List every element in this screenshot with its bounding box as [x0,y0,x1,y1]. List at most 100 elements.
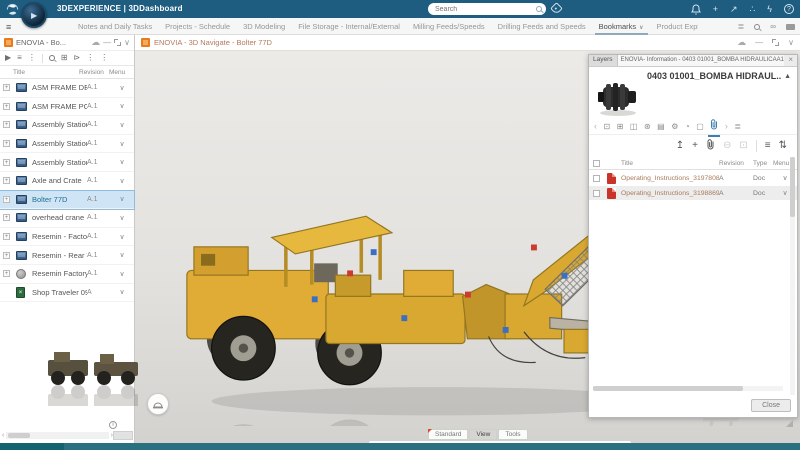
close-icon[interactable]: × [784,55,797,66]
strip-forward-icon[interactable]: › [725,122,728,131]
history-icon[interactable]: ◔ [685,123,690,131]
table-row[interactable]: + ASM FRAME POST... A.1 ∨ [0,98,134,117]
table-row[interactable]: Operating_Instructions_31988695 A Doc ∨ [589,186,797,200]
table-row[interactable]: + Assembly Station ... A.1 ∨ [0,116,134,135]
assistant-icon[interactable]: ϟ [767,5,772,14]
tab-view[interactable]: View [469,429,497,440]
stamp-icon[interactable]: ⊞ [61,54,68,62]
panel-resize-handle[interactable] [786,420,793,427]
select-icon[interactable]: ⊳ [74,54,81,62]
playlist-icon[interactable]: ≣ [738,22,745,31]
add-content-icon[interactable]: + [713,5,718,14]
tag-icon[interactable] [550,2,563,15]
row-menu-icon[interactable]: ∨ [113,177,131,185]
scrollbar-thumb[interactable] [8,433,30,438]
help-icon[interactable]: ? [784,4,794,14]
more-icon[interactable]: ⋮ [86,54,94,62]
row-menu-icon[interactable]: ∨ [113,102,131,110]
tab-milling-feeds[interactable]: Milling Feeds/Speeds [413,18,485,35]
ambience-button[interactable] [147,393,169,415]
tree-search-icon[interactable] [49,55,55,61]
communities-icon[interactable]: ∴ [750,5,756,14]
more-icon[interactable]: ⋮ [100,54,108,62]
table-row[interactable]: + Resemin - Rear W... A.1 ∨ [0,246,134,265]
expand-icon[interactable]: + [3,233,10,240]
tab-drilling-feeds[interactable]: Drilling Feeds and Speeds [498,18,586,35]
scroll-left-icon[interactable]: ‹ [2,432,4,439]
reserve-icon[interactable]: ⊞ [617,123,624,131]
table-row[interactable]: + Assembly Station ... A.1 ∨ [0,135,134,154]
row-menu-icon[interactable]: ∨ [113,270,131,278]
table-row[interactable]: + Assembly Station ... A.1 ∨ [0,153,134,172]
collapse-icon[interactable]: ▲ [781,73,791,80]
table-row[interactable]: + Resemin Factory A.1 ∨ [0,265,134,284]
row-menu-icon[interactable]: ∨ [113,121,131,129]
maximize-icon[interactable] [772,39,779,46]
row-checkbox[interactable] [593,175,600,182]
tab-standard[interactable]: Standard [428,429,468,440]
search-input[interactable] [435,6,536,13]
vertical-scrollbar[interactable] [790,157,795,395]
scrollbar-track[interactable] [6,432,108,439]
tab-product-explorer[interactable]: Product Explorer [657,18,698,35]
select-all-checkbox[interactable] [593,160,600,167]
minimize-icon[interactable]: — [103,39,111,47]
table-row-selected[interactable]: + Bolter 77D A.1 ∨ [0,191,134,210]
reader-icon[interactable]: ∞ [770,22,776,31]
info-icon[interactable]: i [109,421,117,429]
chat-icon[interactable] [786,24,795,30]
window-menu-icon[interactable]: ∨ [788,39,794,47]
add-icon[interactable]: + [692,141,698,151]
table-row[interactable]: + Resemin - Factory A.1 ∨ [0,228,134,247]
expand-icon[interactable]: + [3,214,10,221]
sort-icon[interactable]: ⇅ [779,141,787,151]
expand-icon[interactable]: + [3,121,10,128]
expand-icon[interactable]: + [3,196,10,203]
expand-icon[interactable]: + [3,84,10,91]
window-menu-icon[interactable]: ∨ [124,39,130,47]
tab-tools[interactable]: Tools [498,429,527,440]
row-checkbox[interactable] [593,190,600,197]
user-avatar[interactable]: ▶ [21,2,47,28]
report-icon[interactable]: ▤ [657,123,665,131]
share-icon[interactable]: ↗ [730,5,738,14]
horizontal-scrollbar[interactable] [593,386,783,391]
global-search[interactable] [428,3,546,15]
table-row[interactable]: × Shop Traveler 092... A ∨ [0,284,134,303]
table-row[interactable]: + ASM FRAME DELA... A.1 ∨ [0,79,134,98]
document-icon[interactable]: ▢ [696,123,704,131]
row-menu-icon[interactable]: ∨ [113,195,131,203]
tab-notes-and-daily-tasks[interactable]: Notes and Daily Tasks [78,18,152,35]
part-thumbnail[interactable] [595,75,641,119]
row-menu-icon[interactable]: ∨ [113,84,131,92]
expand-icon[interactable]: + [3,159,10,166]
expand-icon[interactable]: + [3,140,10,147]
strip-back-icon[interactable]: ‹ [594,122,597,131]
attachments-paperclip-icon[interactable] [710,119,718,134]
row-menu-icon[interactable]: ∨ [113,140,131,148]
nav-search-icon[interactable] [754,24,760,30]
expand-icon[interactable]: + [3,103,10,110]
3ds-compass-logo[interactable] [5,2,20,17]
expand-icon[interactable]: + [3,252,10,259]
scrollbar-thumb[interactable] [790,157,795,217]
close-button[interactable]: Close [751,399,791,412]
expand-icon[interactable]: + [3,177,10,184]
row-menu-icon[interactable]: ∨ [113,288,131,296]
list-view-icon[interactable]: ≡ [17,54,22,62]
tab-3d-modeling[interactable]: 3D Modeling [243,18,285,35]
maximize-icon[interactable] [114,39,121,46]
list-icon[interactable]: ≣ [734,123,741,131]
row-menu-icon[interactable]: ∨ [113,233,131,241]
tab-layers[interactable]: Layers [589,55,618,66]
expand-icon[interactable]: + [3,270,10,277]
menu-icon[interactable]: ≡ [6,22,11,32]
row-menu-icon[interactable]: ∨ [113,251,131,259]
upload-icon[interactable]: ↥ [676,141,684,151]
list-view-icon[interactable]: ≡ [765,141,771,151]
comments-icon[interactable]: ◫ [630,123,638,131]
tab-bookmarks[interactable]: Bookmarks∨ [599,18,644,35]
lock-icon[interactable]: ⊡ [604,123,611,131]
more-icon[interactable]: ⋮ [28,54,36,62]
axes-icon[interactable]: ⊛ [644,123,651,131]
